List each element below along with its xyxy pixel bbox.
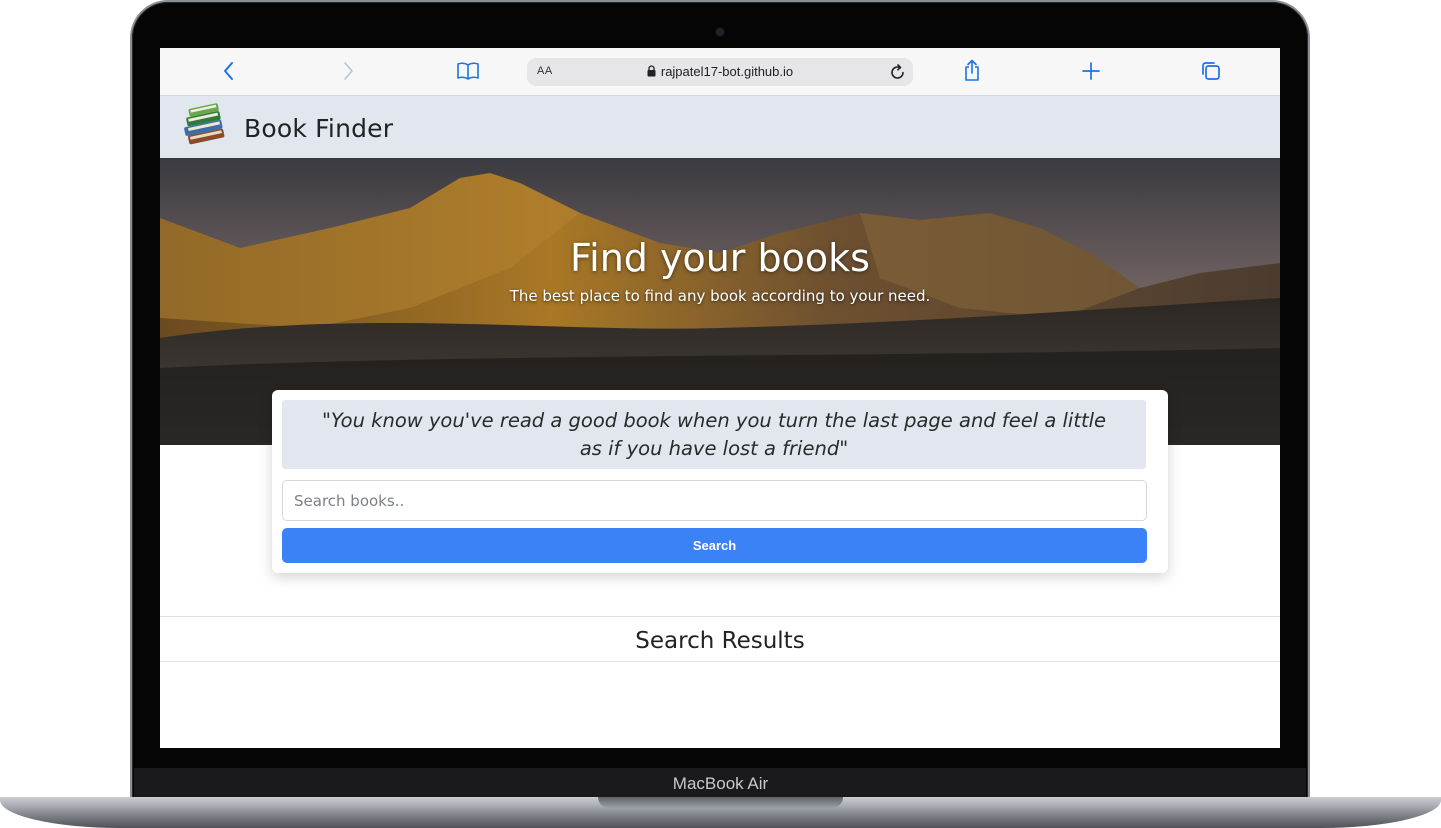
new-tab-button[interactable] bbox=[1076, 56, 1106, 86]
browser-screen: AA rajpatel17-bot.github.io Book Finder … bbox=[160, 48, 1280, 748]
forward-button[interactable] bbox=[333, 56, 363, 86]
share-icon bbox=[965, 59, 979, 81]
chevron-left-icon bbox=[224, 62, 233, 80]
laptop-hinge-notch bbox=[598, 797, 843, 808]
back-button[interactable] bbox=[214, 56, 244, 86]
reload-button[interactable] bbox=[887, 62, 907, 82]
quote-box: "You know you've read a good book when y… bbox=[282, 400, 1146, 469]
lock-icon bbox=[647, 65, 656, 77]
book-open-icon bbox=[457, 62, 479, 80]
url-text: rajpatel17-bot.github.io bbox=[660, 64, 794, 79]
plus-icon bbox=[1082, 62, 1100, 80]
search-input[interactable] bbox=[282, 480, 1147, 521]
reload-icon bbox=[890, 63, 904, 79]
books-stack-icon[interactable] bbox=[180, 102, 230, 155]
app-title[interactable]: Book Finder bbox=[244, 114, 393, 143]
address-bar[interactable]: AA rajpatel17-bot.github.io bbox=[527, 58, 913, 86]
hero-subtitle: The best place to find any book accordin… bbox=[509, 287, 931, 305]
tabs-icon bbox=[1202, 62, 1220, 80]
device-model-label: MacBook Air bbox=[672, 774, 769, 793]
search-button[interactable]: Search bbox=[282, 528, 1147, 563]
share-button[interactable] bbox=[957, 56, 987, 86]
app-header: Book Finder bbox=[160, 96, 1280, 158]
camera-icon bbox=[716, 28, 724, 36]
search-card: "You know you've read a good book when y… bbox=[272, 390, 1168, 573]
results-title: Search Results bbox=[635, 628, 805, 654]
hero-title: Find your books bbox=[570, 236, 870, 280]
tabs-overview-button[interactable] bbox=[1196, 56, 1226, 86]
bookmarks-button[interactable] bbox=[453, 56, 483, 86]
results-section-header: Search Results bbox=[160, 616, 1280, 662]
browser-toolbar: AA rajpatel17-bot.github.io bbox=[160, 48, 1280, 96]
chevron-right-icon bbox=[344, 62, 353, 80]
url-display[interactable]: rajpatel17-bot.github.io bbox=[527, 64, 913, 79]
